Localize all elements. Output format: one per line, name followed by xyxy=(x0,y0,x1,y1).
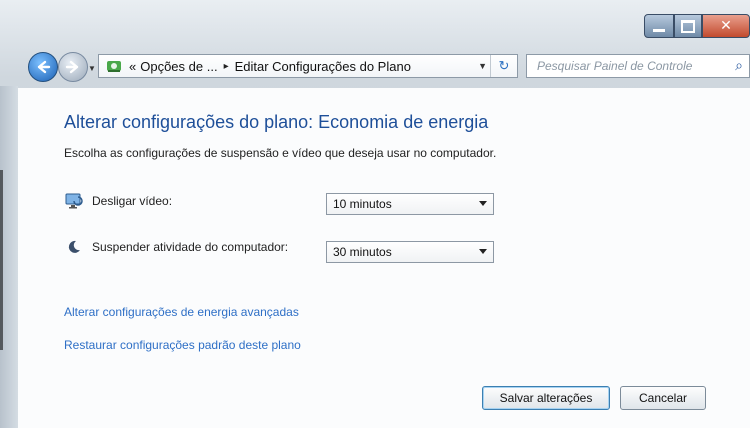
navigation-bar: ▼ « Opções de ... ▸ Editar Configurações… xyxy=(0,46,750,86)
window-frame: ✕ ▼ « Opções de ... ▸ Editar Configuraçõ… xyxy=(0,0,750,428)
breadcrumb-root[interactable]: Opções de ... xyxy=(140,59,217,74)
chevron-down-icon xyxy=(479,201,487,206)
back-arrow-glyph xyxy=(37,60,51,74)
display-timeout-value: 10 minutos xyxy=(333,197,392,211)
setting-row-sleep: Suspender atividade do computador: xyxy=(64,238,288,256)
restore-defaults-link[interactable]: Restaurar configurações padrão deste pla… xyxy=(64,338,301,352)
monitor-icon xyxy=(64,192,84,210)
page-title: Alterar configurações do plano: Economia… xyxy=(64,112,489,132)
breadcrumb-prefix: « xyxy=(129,58,137,74)
moon-icon xyxy=(64,238,84,256)
setting-label-display: Desligar vídeo: xyxy=(92,194,173,208)
content-pane: Alterar configurações do plano: Economia… xyxy=(18,88,750,428)
search-box[interactable]: ⌕ xyxy=(526,54,750,78)
address-dropdown-icon[interactable]: ▼ xyxy=(478,61,487,71)
title-bar: ✕ xyxy=(0,0,750,46)
cancel-button[interactable]: Cancelar xyxy=(620,386,706,410)
breadcrumb-current[interactable]: Editar Configurações do Plano xyxy=(235,59,411,74)
left-edge-shadow xyxy=(0,170,3,350)
forward-arrow-glyph xyxy=(65,60,79,74)
search-input[interactable] xyxy=(535,58,729,74)
breadcrumb-separator[interactable]: ▸ xyxy=(224,61,229,72)
page-subtitle: Escolha as configurações de suspensão e … xyxy=(64,146,497,160)
back-arrow-icon[interactable] xyxy=(28,52,58,82)
chevron-down-icon xyxy=(479,249,487,254)
refresh-icon[interactable]: ↻ xyxy=(490,55,517,77)
history-dropdown-icon[interactable]: ▼ xyxy=(88,64,96,73)
save-button[interactable]: Salvar alterações xyxy=(482,386,610,410)
sleep-timeout-value: 30 minutos xyxy=(333,245,392,259)
control-panel-icon xyxy=(103,55,125,77)
close-icon[interactable]: ✕ xyxy=(702,14,750,38)
window-controls: ✕ xyxy=(644,14,750,38)
minimize-icon[interactable] xyxy=(644,14,674,38)
maximize-icon[interactable] xyxy=(674,14,702,38)
address-bar[interactable]: « Opções de ... ▸ Editar Configurações d… xyxy=(98,54,518,78)
setting-row-display: Desligar vídeo: xyxy=(64,192,172,210)
search-icon[interactable]: ⌕ xyxy=(735,58,743,74)
advanced-settings-link[interactable]: Alterar configurações de energia avançad… xyxy=(64,305,299,319)
display-timeout-select[interactable]: 10 minutos xyxy=(326,193,494,215)
sleep-timeout-select[interactable]: 30 minutos xyxy=(326,241,494,263)
setting-label-sleep: Suspender atividade do computador: xyxy=(92,240,289,254)
forward-arrow-icon[interactable] xyxy=(58,52,88,82)
